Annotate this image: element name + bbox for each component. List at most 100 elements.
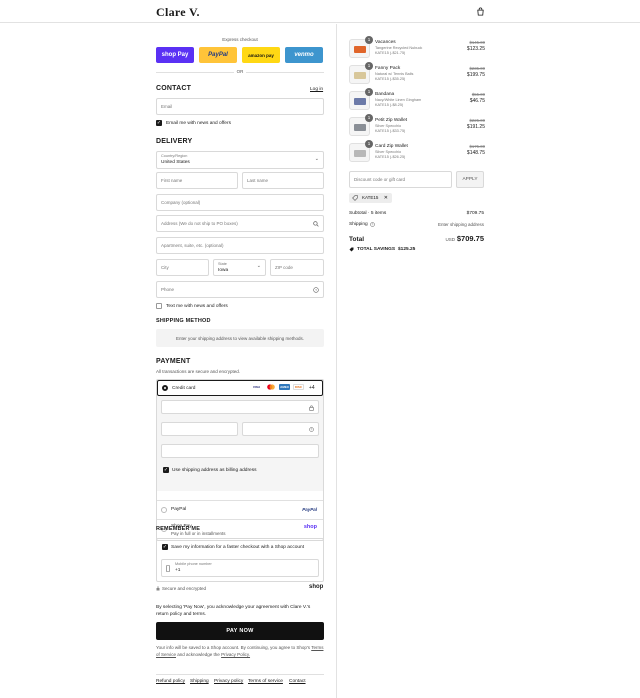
tag-icon [349,247,354,252]
mobile-phone-field[interactable]: Mobile phone number +1 [161,559,319,577]
apply-button[interactable]: APPLY [456,171,484,188]
cart-item-discount: KATE15 (-$8.25) [375,103,404,107]
address-field[interactable]: Address (We do not ship to PO boxes) [156,215,324,232]
shop-pay-button[interactable]: shop Pay [156,47,194,63]
credit-card-option[interactable]: Credit card VISA AMEX DISC +4 [157,380,323,396]
product-image [354,98,366,105]
text-offers-checkbox[interactable] [156,303,162,309]
email-offers-checkbox[interactable]: ✓ [156,120,162,126]
cart-item-variant: Silver Specchio [375,124,402,128]
chevron-down-icon: ⌄ [256,263,261,269]
quantity-badge: 1 [365,114,373,122]
secure-label: Secure and encrypted [162,586,207,591]
cart-item-discount: KATE15 (-$21.75) [375,51,406,55]
brand-logo[interactable]: Clare V. [156,5,200,20]
cart-item-price: $148.75 [466,150,485,156]
quantity-badge: 1 [365,36,373,44]
cart-item-variant: Silver Specchio [375,150,402,154]
refund-policy-link[interactable]: Refund policy [156,679,185,684]
privacy-policy-link[interactable]: Privacy Policy. [221,652,250,657]
company-field[interactable]: Company (optional) [156,194,324,211]
login-link[interactable]: Log in [310,87,323,92]
card-expiry-field[interactable] [161,422,238,436]
city-field[interactable]: City [156,259,209,276]
svg-text:?: ? [315,288,317,292]
venmo-button[interactable]: venmo [285,47,323,63]
subtotal-value: $709.75 [466,211,484,216]
phone-icon [166,565,170,572]
billing-same-checkbox[interactable]: ✓ [163,467,169,473]
shipping-link[interactable]: Shipping [190,679,209,684]
card-number-field[interactable] [161,400,319,414]
phone-field[interactable]: Phone ? [156,281,324,298]
total-label: Total [349,236,365,243]
search-icon [313,221,319,227]
discount-tag: KATE15 ✕ [349,193,392,203]
discount-code-field[interactable]: Discount code or gift card [349,171,452,188]
payment-methods: Credit card VISA AMEX DISC +4 ? ✓ Use sh… [156,379,324,541]
product-image [354,124,366,131]
contact-link[interactable]: Contact [289,679,306,684]
or-divider-left [156,72,234,73]
zip-field[interactable]: ZIP code [270,259,324,276]
cart-item-thumbnail: 1 [349,140,373,162]
cart-item-discount: KATE15 (-$26.25) [375,155,406,159]
cart-item-thumbnail: 1 [349,114,373,136]
cart-item-variant: Tangerine Recycled Nubuck [375,46,423,50]
save-info-checkbox[interactable]: ✓ [162,544,168,550]
quantity-badge: 1 [365,62,373,70]
cart-item-variant: Natural w/ Tennis Balls [375,72,414,76]
shipping-method-message: Enter your shipping address to view avai… [175,336,305,341]
cart-item-variant: Navy/White Linen Gingham [375,98,422,102]
credit-card-label: Credit card [172,386,196,391]
footer-divider [156,674,324,675]
country-select[interactable]: Country/Region United States ⌄ [156,151,324,169]
paypal-option[interactable]: PayPal PayPal [157,501,323,519]
cart-item-name: Fanny Pack [375,66,401,71]
pay-now-button[interactable]: PAY NOW [156,622,324,640]
card-cvv-field[interactable]: ? [242,422,319,436]
paypal-radio[interactable] [161,507,167,513]
credit-card-radio[interactable] [162,385,168,391]
cart-item-thumbnail: 1 [349,88,373,110]
apartment-field[interactable]: Apartment, suite, etc. (optional) [156,237,324,254]
quantity-badge: 1 [365,88,373,96]
total-savings-value: $125.25 [398,247,416,252]
total-value: $709.75 [456,234,484,243]
privacy-policy-footer-link[interactable]: Privacy policy [214,679,243,684]
shipping-value: Enter shipping address [437,222,484,227]
lock-icon [156,586,160,591]
amex-icon: AMEX [279,384,290,390]
cart-item-thumbnail: 1 [349,62,373,84]
amazon-pay-button[interactable]: amazon pay [242,47,280,63]
paypal-button[interactable]: PayPal [199,47,237,63]
agreement-text: By selecting 'Pay Now', you acknowledge … [156,605,311,617]
cart-item-original-price: $55.00 [471,92,485,97]
card-name-field[interactable] [161,444,319,458]
terms-of-service-footer-link[interactable]: Terms of service [248,679,283,684]
remember-heading: REMEMBER ME [156,526,201,532]
delivery-heading: DELIVERY [156,138,193,145]
billing-same-label: Use shipping address as billing address [172,468,257,473]
shop-logo: shop [303,524,317,530]
help-icon[interactable]: ? [309,427,314,432]
cart-item-original-price: $235.00 [469,66,485,71]
state-select[interactable]: State Iowa ⌄ [213,259,266,276]
text-offers-label: Text me with news and offers [166,304,228,309]
email-field[interactable]: Email [156,98,324,115]
shopping-bag-icon[interactable] [476,7,485,16]
remove-discount-icon[interactable]: ✕ [384,195,388,201]
first-name-field[interactable]: First name [156,172,238,189]
payment-subtitle: All transactions are secure and encrypte… [156,369,241,374]
or-label: OR [236,69,244,74]
help-icon[interactable]: ? [313,287,319,293]
paypal-label: PayPal [171,507,187,512]
page-header: Clare V. [0,0,640,23]
shipping-label: Shipping [349,222,368,227]
product-image [354,46,366,53]
help-icon[interactable]: ? [370,222,375,227]
cart-item-price: $191.25 [466,124,485,130]
or-divider-right [246,72,324,73]
last-name-field[interactable]: Last name [242,172,324,189]
paypal-logo: PayPal [302,507,317,512]
